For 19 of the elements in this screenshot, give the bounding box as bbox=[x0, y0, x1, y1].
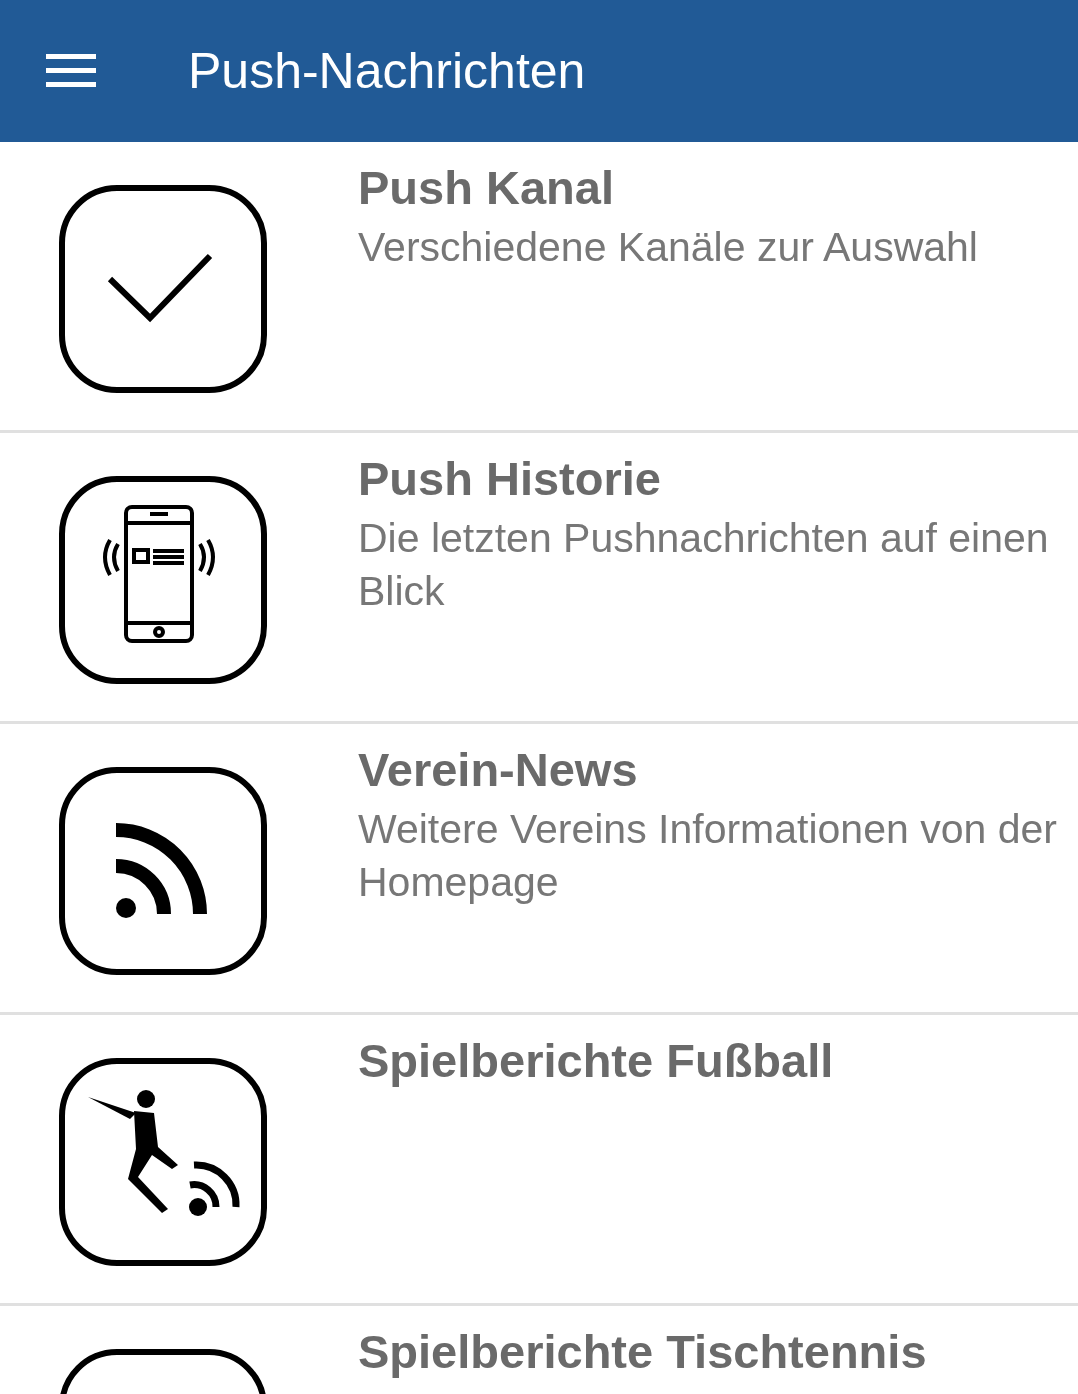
item-subtitle: Verschiedene Kanäle zur Auswahl bbox=[358, 223, 978, 272]
menu-icon bbox=[46, 54, 96, 88]
menu-list-item[interactable]: Push Historie Die letzten Pushnachrichten auf einen Blick bbox=[0, 433, 1078, 724]
app-bar-title: Push-Nachrichten bbox=[188, 42, 586, 100]
menu-list-item[interactable]: Verein-News Weitere Vereins Informationen von der Homepage bbox=[0, 724, 1078, 1015]
item-subtitle: Weitere Vereins Informationen von der Homepage bbox=[358, 805, 1058, 908]
item-title: Spielberichte Fußball bbox=[358, 1033, 834, 1088]
item-subtitle: Die letzten Pushnachrichten auf einen Blick bbox=[358, 514, 1050, 617]
menu-list-item[interactable]: Push Kanal Verschiedene Kanäle zur Auswahl bbox=[0, 142, 1078, 433]
rss-icon bbox=[58, 766, 268, 976]
vibrating-phone-icon bbox=[58, 475, 268, 685]
item-title: Verein-News bbox=[358, 742, 639, 797]
item-title: Push Historie bbox=[358, 451, 662, 506]
soccer-player-icon bbox=[58, 1057, 268, 1267]
menu-list-item[interactable]: Spielberichte Tischtennis bbox=[0, 1306, 1078, 1394]
menu-list-item[interactable]: Spielberichte Fußball bbox=[0, 1015, 1078, 1306]
item-title: Push Kanal bbox=[358, 160, 615, 215]
item-title: Spielberichte Tischtennis bbox=[358, 1324, 927, 1379]
checkmark-icon bbox=[58, 184, 268, 394]
